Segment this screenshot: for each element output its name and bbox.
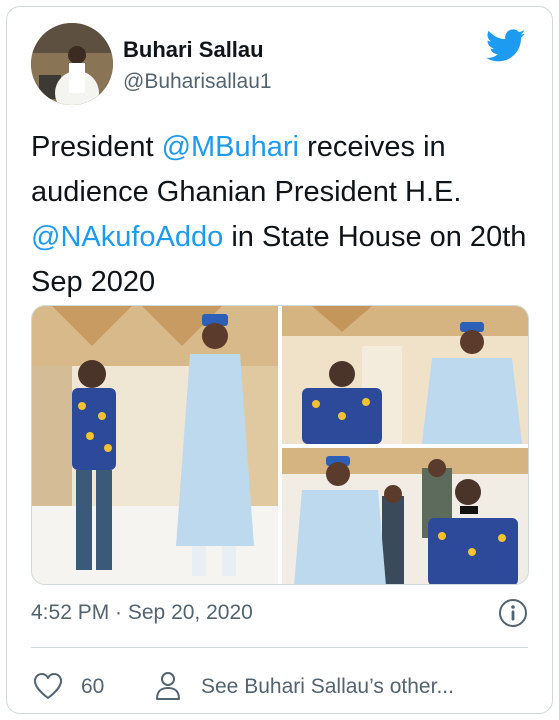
heart-icon[interactable] xyxy=(33,672,63,700)
tweet-photo[interactable] xyxy=(32,306,278,584)
author-name[interactable]: Buhari Sallau xyxy=(123,37,264,63)
tweet-timestamp[interactable]: 4:52 PM · Sep 20, 2020 xyxy=(31,601,253,625)
mention-link[interactable]: @NAkufoAddo xyxy=(31,221,223,253)
info-icon[interactable] xyxy=(498,598,528,628)
like-count[interactable]: 60 xyxy=(81,675,104,699)
tweet-text-part: President xyxy=(31,131,162,163)
twitter-bird-icon[interactable] xyxy=(486,29,526,63)
avatar[interactable] xyxy=(31,23,113,105)
media-grid xyxy=(31,305,529,585)
mention-link[interactable]: @MBuhari xyxy=(162,131,299,163)
see-other-tweets-link[interactable]: See Buhari Sallau’s other... xyxy=(201,675,454,699)
tweet-text: President @MBuhari receives in audience … xyxy=(31,125,531,305)
tweet-card: Buhari Sallau @Buharisallau1 President @… xyxy=(6,6,553,714)
divider xyxy=(31,647,528,648)
tweet-photo[interactable] xyxy=(282,448,528,584)
tweet-photo[interactable] xyxy=(282,306,528,444)
author-handle[interactable]: @Buharisallau1 xyxy=(123,70,272,94)
person-icon[interactable] xyxy=(155,671,181,701)
